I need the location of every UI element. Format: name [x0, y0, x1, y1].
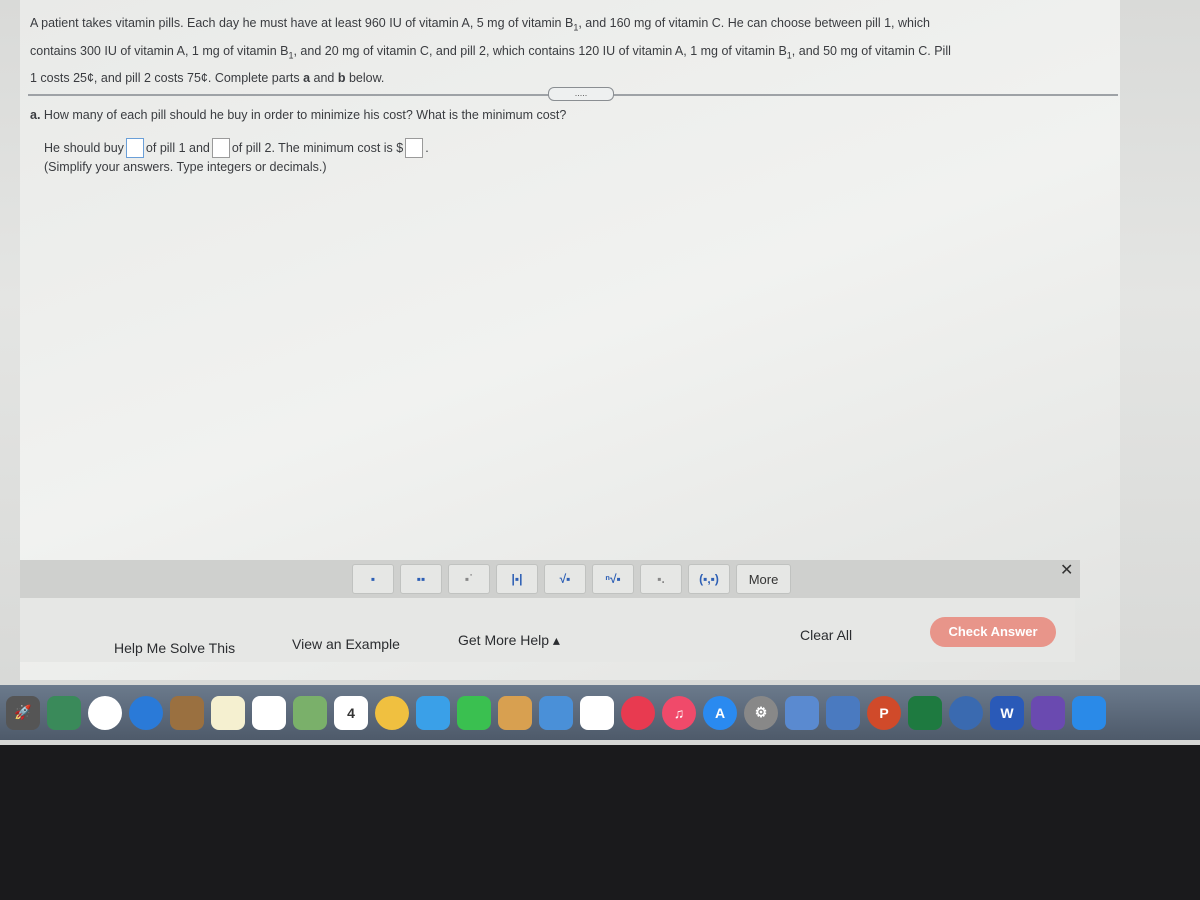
pill1-input[interactable]: [125, 138, 144, 158]
part-a-question: a. How many of each pill should he buy i…: [30, 108, 567, 122]
expand-button[interactable]: .....: [548, 87, 614, 101]
answer-line: He should buy of pill 1 and of pill 2. T…: [44, 138, 429, 158]
screen-share-icon[interactable]: [785, 695, 819, 730]
screen: A patient takes vitamin pills. Each day …: [0, 0, 1200, 745]
problem-statement: A patient takes vitamin pills. Each day …: [30, 16, 951, 85]
exponent-button[interactable]: ▪˙: [448, 564, 490, 594]
close-icon[interactable]: ✕: [1060, 560, 1073, 580]
app-store-icon[interactable]: A: [703, 695, 737, 730]
hint-text: (Simplify your answers. Type integers or…: [44, 160, 327, 174]
keynote-podium-icon[interactable]: [580, 695, 614, 730]
chrome-icon[interactable]: [88, 695, 122, 730]
nth-root-button[interactable]: ⁿ√▪: [592, 564, 634, 594]
facetime-icon[interactable]: [457, 695, 491, 730]
photos-icon[interactable]: [375, 695, 409, 730]
clear-all-button[interactable]: Clear All: [800, 627, 852, 643]
calendar-icon[interactable]: 4: [334, 695, 368, 730]
maps-icon[interactable]: [47, 695, 81, 730]
safari-icon[interactable]: [129, 695, 163, 730]
mixed-number-button[interactable]: ▪▪: [400, 564, 442, 594]
notes-icon[interactable]: [211, 695, 245, 730]
check-answer-button[interactable]: Check Answer: [930, 617, 1056, 647]
view-example-button[interactable]: View an Example: [292, 636, 400, 652]
subscript-button[interactable]: ▪.: [640, 564, 682, 594]
fraction-button[interactable]: ▪: [352, 564, 394, 594]
photo-booth-icon[interactable]: [826, 695, 860, 730]
messages-icon[interactable]: [416, 695, 450, 730]
launchpad-icon[interactable]: 🚀: [6, 695, 40, 730]
dock: 🚀 4 ♫ A ⚙ P W: [0, 685, 1200, 740]
news-icon[interactable]: [621, 695, 655, 730]
excel-icon[interactable]: [908, 695, 942, 730]
maps-app-icon[interactable]: [293, 695, 327, 730]
pill2-input[interactable]: [211, 138, 230, 158]
teams-icon[interactable]: [1031, 695, 1065, 730]
absolute-value-button[interactable]: |▪|: [496, 564, 538, 594]
keynote-icon[interactable]: [498, 695, 532, 730]
math-toolbar: ▪ ▪▪ ▪˙ |▪| √▪ ⁿ√▪ ▪. (▪,▪) More: [20, 560, 1080, 598]
globe-icon[interactable]: [949, 695, 983, 730]
zoom-icon[interactable]: [1072, 695, 1106, 730]
powerpoint-icon[interactable]: P: [867, 695, 901, 730]
contacts-icon[interactable]: [170, 695, 204, 730]
system-preferences-icon[interactable]: ⚙: [744, 695, 778, 730]
music-icon[interactable]: ♫: [662, 695, 696, 730]
word-icon[interactable]: W: [990, 695, 1024, 730]
cost-input[interactable]: [405, 138, 424, 158]
help-me-solve-button[interactable]: Help Me Solve This: [114, 640, 235, 656]
ordered-pair-button[interactable]: (▪,▪): [688, 564, 730, 594]
numbers-icon[interactable]: [539, 695, 573, 730]
more-button[interactable]: More: [736, 564, 791, 594]
reminders-icon[interactable]: [252, 695, 286, 730]
get-more-help-button[interactable]: Get More Help ▴: [458, 632, 560, 649]
square-root-button[interactable]: √▪: [544, 564, 586, 594]
